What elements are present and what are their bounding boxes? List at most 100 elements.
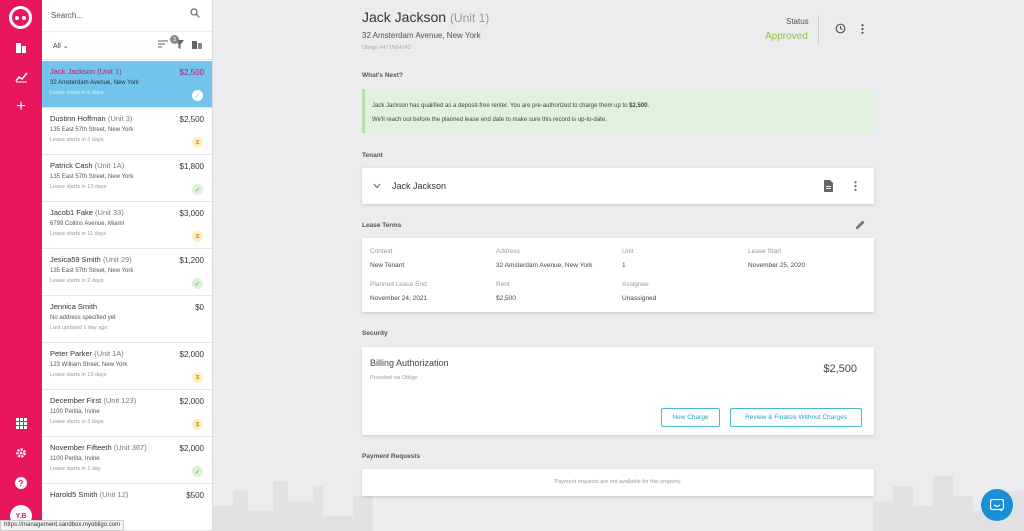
- record-id: Obligo #471N64242: [362, 45, 411, 51]
- pending-hourglass-icon: ⧗: [192, 372, 203, 383]
- payment-requests-heading: Payment Requests: [362, 453, 421, 460]
- pending-hourglass-icon: ⧗: [192, 137, 203, 148]
- lease-address: No address specified yet: [50, 315, 116, 321]
- lease-tenant-name: Harold5 Smith (Unit 12): [50, 490, 129, 499]
- gear-icon[interactable]: [0, 442, 42, 464]
- status-label: Status: [786, 17, 809, 26]
- lease-price: $2,000: [179, 350, 204, 359]
- edit-pencil-icon[interactable]: [855, 219, 866, 232]
- tenant-name: Jack Jackson: [392, 181, 447, 191]
- lease-detail: Jack Jackson (Unit 1) 32 Amsterdam Avenu…: [213, 0, 1024, 531]
- lease-end-field: Planned Lease End November 24, 2021: [370, 281, 428, 302]
- tenant-title: Jack Jackson (Unit 1): [362, 9, 489, 25]
- lease-status-text: Lease starts in 6 days: [50, 90, 104, 96]
- lease-status-text: Lease starts in 3 days: [50, 137, 104, 143]
- chevron-down-icon[interactable]: [373, 182, 381, 191]
- lease-price: $3,000: [179, 209, 204, 218]
- lease-terms-card: Context New Tenant Address 32 Amsterdam Av…: [362, 238, 874, 312]
- context-field: Context New Tenant: [370, 248, 405, 269]
- pending-hourglass-icon: ⧗: [192, 419, 203, 430]
- unit-field: Unit 1: [622, 248, 634, 269]
- tenant-address: 32 Amsterdam Avenue, New York: [362, 31, 481, 40]
- lease-price: $2,500: [179, 115, 204, 124]
- lease-status-text: Lease starts in 3 days: [50, 419, 104, 425]
- lease-status-text: Lease starts in 2 days: [50, 278, 104, 284]
- search-bar[interactable]: Search...: [42, 0, 212, 32]
- billing-title: Billing Authorization: [370, 358, 449, 368]
- document-icon[interactable]: [823, 180, 833, 194]
- analytics-icon[interactable]: [0, 66, 42, 88]
- tenant-title-unit: (Unit 1): [449, 11, 490, 25]
- history-icon[interactable]: [835, 23, 846, 36]
- building-filter-icon[interactable]: [192, 40, 202, 51]
- lease-address: 135 East 57th Street, New York: [50, 127, 134, 133]
- review-finalize-button[interactable]: Review & Finalize Without Charges: [730, 408, 862, 427]
- lease-address: 32 Amsterdam Avenue, New York: [50, 80, 139, 86]
- scope-dropdown[interactable]: All ⌄: [53, 42, 69, 50]
- rent-field: Rent $2,500: [496, 281, 516, 302]
- approved-check-icon: ✓: [192, 278, 203, 289]
- help-icon[interactable]: ?: [0, 472, 42, 494]
- lease-list-item[interactable]: Jennica Smith $0 No address specified yet…: [42, 296, 212, 343]
- lease-status-text: Lease starts in 13 days: [50, 372, 107, 378]
- lease-start-field: Lease Start November 25, 2020: [748, 248, 806, 269]
- whats-next-heading: What's Next?: [362, 72, 403, 79]
- lease-status-text: Last updated 1 day ago: [50, 325, 108, 331]
- lease-list-item[interactable]: Patrick Cash (Unit 1A) $1,800 135 East 57t…: [42, 155, 212, 202]
- status-value: Approved: [765, 31, 808, 42]
- lease-address: 123 William Street, New York: [50, 362, 128, 368]
- add-icon[interactable]: +: [0, 96, 42, 118]
- chevron-down-icon: ⌄: [62, 43, 69, 50]
- lease-address: 135 East 57th Street, New York: [50, 268, 134, 274]
- tenant-more-icon[interactable]: [854, 181, 857, 193]
- search-icon[interactable]: [190, 8, 200, 20]
- lease-list-item[interactable]: December First (Unit 123) $2,000 1100 Perl…: [42, 390, 212, 437]
- approved-check-icon: ✓: [192, 466, 203, 477]
- filter-count-badge: 3: [170, 35, 179, 44]
- billing-amount: $2,500: [823, 363, 857, 375]
- new-charge-button[interactable]: New Charge: [661, 408, 720, 427]
- alert-line2: We'll reach out before the planned lease…: [372, 117, 607, 123]
- assignee-field: Assignee Unassigned: [622, 281, 657, 302]
- lease-address: 135 East 57th Street, New York: [50, 174, 134, 180]
- tenant-card[interactable]: Jack Jackson: [362, 168, 874, 204]
- lease-status-text: Lease starts in 13 days: [50, 184, 107, 190]
- lease-address: 6799 Collins Avenue, Miami: [50, 221, 124, 227]
- lease-list-item[interactable]: November Fifteeth (Unit 367) $2,000 1100 P…: [42, 437, 212, 484]
- lease-status-text: Lease starts in 11 days: [50, 231, 107, 237]
- search-input[interactable]: Search...: [51, 11, 83, 20]
- lease-status-text: Lease starts in 1 day: [50, 466, 101, 472]
- buildings-icon[interactable]: [0, 36, 42, 58]
- filter-icon[interactable]: 3: [170, 35, 184, 51]
- status-url: https://management.sandbox.myobligo.com: [0, 520, 125, 531]
- approved-check-icon: ✓: [192, 90, 203, 101]
- lease-price: $2,500: [179, 68, 204, 77]
- tenant-heading: Tenant: [362, 152, 383, 159]
- lease-price: $1,800: [179, 162, 204, 171]
- lease-list-item[interactable]: Jesica59 Smith (Unit 29) $1,200 135 East 5…: [42, 249, 212, 296]
- lease-list-item[interactable]: Dustinn Hoffman (Unit 3) $2,500 135 East 5…: [42, 108, 212, 155]
- pending-hourglass-icon: ⧗: [192, 231, 203, 242]
- billing-subtitle: Provided via Obligo: [370, 375, 418, 381]
- chat-icon: [990, 498, 1004, 511]
- header-divider: [818, 15, 819, 45]
- nav-rail: + ? Y.B: [0, 0, 42, 531]
- more-menu-icon[interactable]: [861, 24, 864, 36]
- obligo-logo[interactable]: [9, 6, 32, 29]
- lease-list-item[interactable]: Jack Jackson (Unit 1) $2,500 32 Amsterdam …: [42, 61, 212, 108]
- lease-terms-heading: Lease Terms: [362, 222, 402, 229]
- tenant-title-name: Jack Jackson: [362, 9, 447, 25]
- lease-items: Jack Jackson (Unit 1) $2,500 32 Amsterdam …: [42, 61, 212, 531]
- sort-icon[interactable]: [158, 40, 168, 50]
- approved-check-icon: ✓: [192, 184, 203, 195]
- qualification-alert: Jack Jackson has qualified as a deposit-…: [362, 89, 874, 133]
- address-field: Address 32 Amsterdam Avenue, New York: [496, 248, 593, 269]
- apps-grid-icon[interactable]: [0, 412, 42, 434]
- lease-list-item[interactable]: Peter Parker (Unit 1A) $2,000 123 William …: [42, 343, 212, 390]
- lease-price: $0: [195, 303, 204, 312]
- lease-list-item[interactable]: Jacob1 Fake (Unit 33) $3,000 6799 Collins …: [42, 202, 212, 249]
- chat-launcher-button[interactable]: [981, 489, 1013, 521]
- lease-list-panel: Search... All ⌄ 3 Jack Jackson (Unit 1) $…: [42, 0, 213, 531]
- payment-requests-card: Payment requests are not available for t…: [362, 469, 874, 496]
- lease-tenant-name: Jennica Smith: [50, 302, 98, 311]
